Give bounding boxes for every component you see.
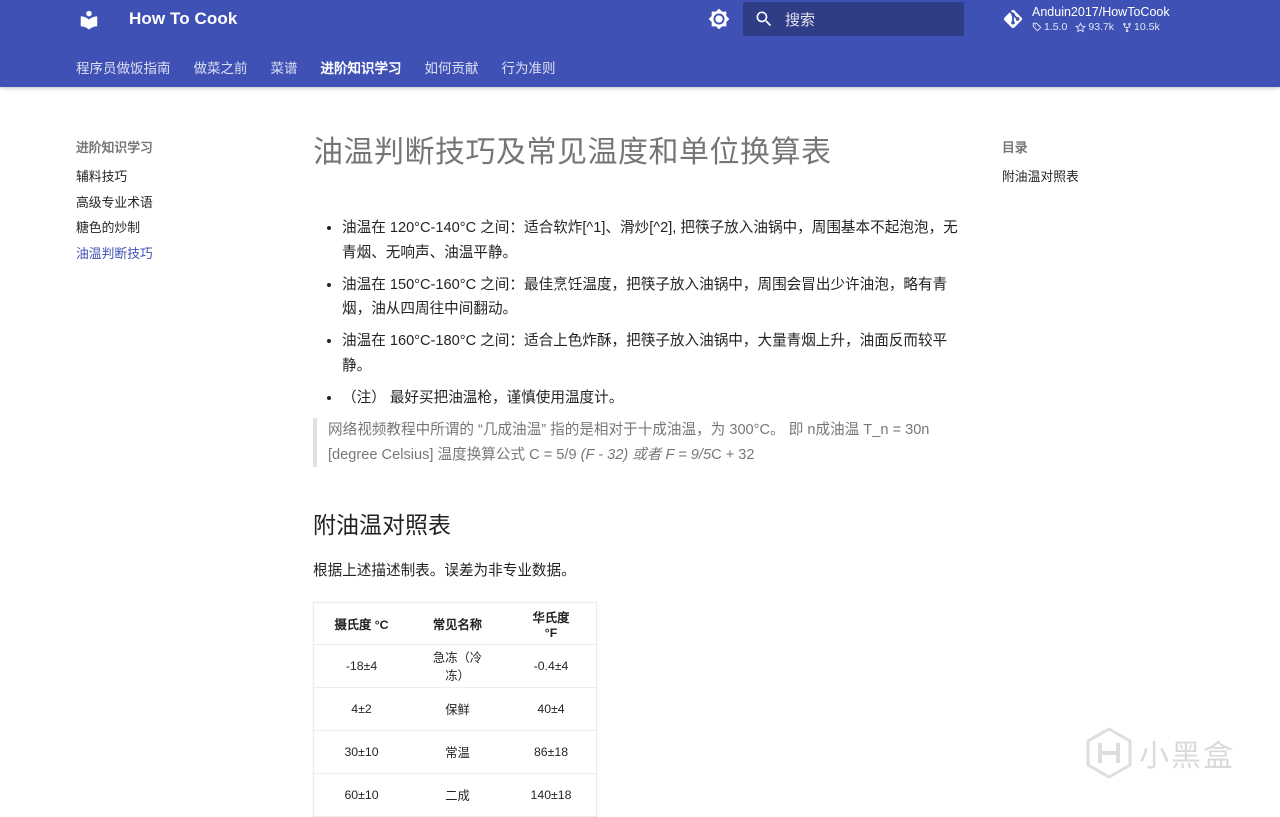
tab-contribute[interactable]: 如何贡献	[425, 57, 479, 77]
column-header-celsius: 摄氏度 °C	[313, 602, 409, 645]
list-item: 油温在 160°C-180°C 之间：适合上色炸酥，把筷子放入油锅中，大量青烟上…	[342, 329, 958, 378]
table-row: -18±4 急冻（冷冻） -0.4±4	[313, 644, 597, 688]
page-title: 油温判断技巧及常见温度和单位换算表	[313, 136, 832, 169]
tag-icon	[1032, 22, 1042, 32]
column-header-name: 常见名称	[409, 602, 506, 645]
repo-stars: 93.7k	[1075, 21, 1114, 33]
table-cell: 60±10	[313, 773, 409, 817]
search-input[interactable]	[783, 7, 957, 33]
bullet-list: 油温在 120°C-140°C 之间：适合软炸[^1]、滑炒[^2], 把筷子放…	[313, 216, 958, 410]
table-cell: 保鲜	[409, 687, 506, 731]
list-item: （注） 最好买把油温枪，谨慎使用温度计。	[342, 386, 958, 411]
toc-item-oil-table[interactable]: 附油温对照表	[1002, 164, 1079, 189]
search-box[interactable]	[743, 2, 964, 36]
table-of-contents: 目录 附油温对照表	[1002, 138, 1079, 189]
tab-advanced-knowledge[interactable]: 进阶知识学习	[321, 57, 402, 77]
sidebar-item-terms[interactable]: 高级专业术语	[76, 190, 153, 216]
column-header-fahrenheit: 华氏度 °F	[506, 602, 597, 645]
section-heading: 附油温对照表	[313, 512, 451, 538]
note-text-end: C + 32	[711, 446, 755, 463]
top-tabs: 程序员做饭指南 做菜之前 菜谱 进阶知识学习 如何贡献 行为准则	[76, 57, 579, 77]
table-cell: 86±18	[506, 730, 597, 774]
toc-title: 目录	[1002, 140, 1028, 155]
sun-icon[interactable]	[708, 8, 730, 30]
fork-icon	[1123, 22, 1131, 32]
table-cell: 二成	[409, 773, 506, 817]
sidebar-item-oil-temp[interactable]: 油温判断技巧	[76, 241, 153, 267]
watermark-text: 小黑盒	[1139, 739, 1235, 774]
list-item: 油温在 120°C-140°C 之间：适合软炸[^1]、滑炒[^2], 把筷子放…	[342, 216, 958, 265]
star-icon	[1075, 21, 1087, 32]
tab-before-cooking[interactable]: 做菜之前	[194, 57, 248, 77]
heybox-logo-icon	[1086, 727, 1132, 779]
sidebar-nav: 进阶知识学习 辅料技巧 高级专业术语 糖色的炒制 油温判断技巧	[76, 138, 153, 266]
repo-version: 1.5.0	[1032, 21, 1067, 33]
book-logo-icon[interactable]	[78, 9, 100, 31]
article: 油温判断技巧及常见温度和单位换算表 油温在 120°C-140°C 之间：适合软…	[313, 132, 958, 817]
table-cell: 40±4	[506, 687, 597, 731]
repo-forks: 10.5k	[1122, 21, 1160, 33]
tab-programmer-guide[interactable]: 程序员做饭指南	[76, 57, 171, 77]
tab-code-of-conduct[interactable]: 行为准则	[502, 57, 556, 77]
table-cell: 常温	[409, 730, 506, 774]
repo-name: Anduin2017/HowToCook	[1032, 5, 1170, 19]
table-cell: 30±10	[313, 730, 409, 774]
note-emphasis: (F - 32) 或者 F = 9/5	[580, 446, 712, 463]
sidebar-item-caramel[interactable]: 糖色的炒制	[76, 215, 153, 241]
watermark: 小黑盒	[1085, 727, 1235, 779]
table-cell: 急冻（冷冻）	[409, 644, 506, 688]
blockquote-note: 网络视频教程中所谓的 “几成油温” 指的是相对于十成油温，为 300°C。 即 …	[313, 418, 958, 467]
repo-facts: 1.5.0 93.7k 10.5k	[1032, 21, 1160, 33]
table-cell: -18±4	[313, 644, 409, 688]
table-row: 4±2 保鲜 40±4	[313, 687, 597, 731]
git-icon	[1003, 9, 1023, 29]
table-cell: 140±18	[506, 773, 597, 817]
tab-recipes[interactable]: 菜谱	[271, 57, 298, 77]
list-item: 油温在 150°C-160°C 之间：最佳烹饪温度，把筷子放入油锅中，周围会冒出…	[342, 273, 958, 322]
sidebar-title: 进阶知识学习	[76, 140, 153, 155]
table-cell: -0.4±4	[506, 644, 597, 688]
table-row: 60±10 二成 140±18	[313, 773, 597, 817]
site-header: How To Cook Anduin2017/HowToCook 1.5.0 9…	[0, 0, 1280, 87]
section-intro: 根据上述描述制表。误差为非专业数据。	[313, 563, 576, 579]
temperature-table: 摄氏度 °C 常见名称 华氏度 °F -18±4 急冻（冷冻） -0.4±4 4…	[313, 602, 597, 817]
site-title[interactable]: How To Cook	[129, 9, 237, 29]
search-icon	[756, 11, 772, 27]
sidebar-item-seasoning[interactable]: 辅料技巧	[76, 164, 153, 190]
table-row: 30±10 常温 86±18	[313, 730, 597, 774]
table-header-row: 摄氏度 °C 常见名称 华氏度 °F	[313, 602, 597, 645]
table-cell: 4±2	[313, 687, 409, 731]
